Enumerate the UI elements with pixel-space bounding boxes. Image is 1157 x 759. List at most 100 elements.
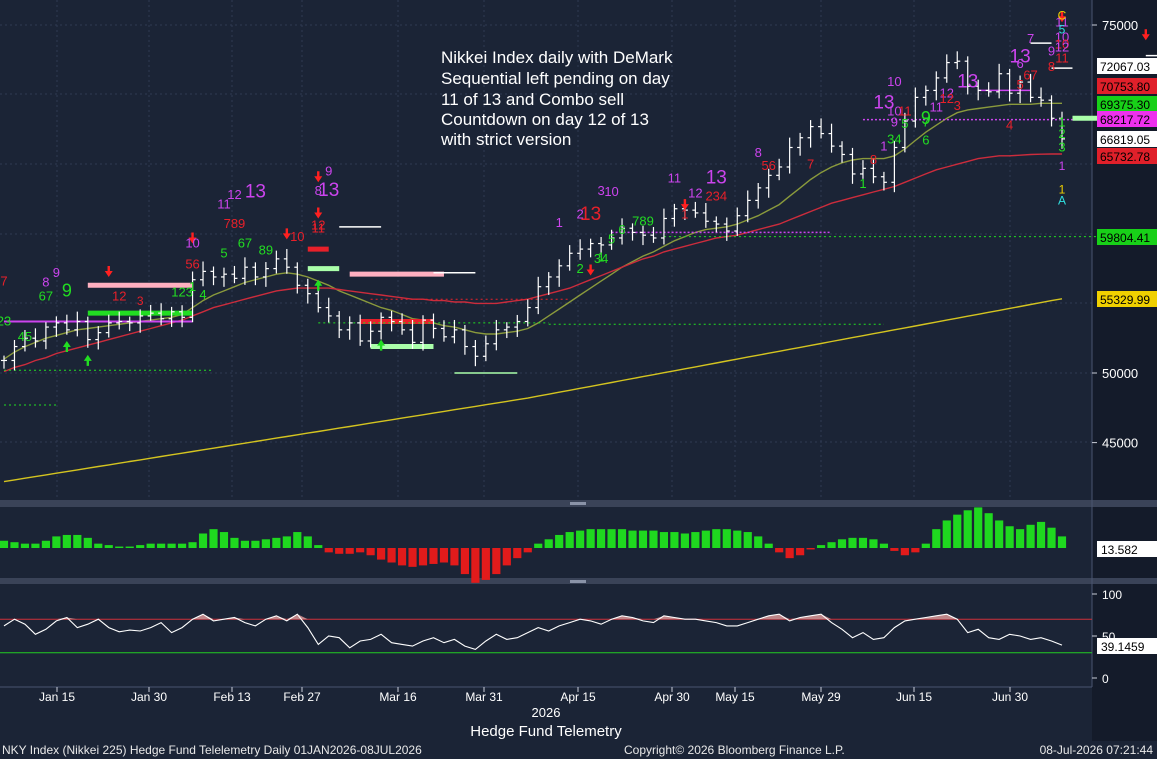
- demark-count: 1: [189, 279, 196, 294]
- demark-count: 4: [1006, 117, 1013, 132]
- momentum-bar: [387, 548, 396, 563]
- momentum-bar: [345, 548, 354, 554]
- momentum-bar: [230, 537, 239, 548]
- momentum-bar: [293, 532, 302, 548]
- momentum-tag-label: 13.582: [1101, 543, 1138, 557]
- x-tick-label: Apr 30: [654, 690, 690, 704]
- demark-count: 12: [112, 289, 126, 304]
- demark-count: 2: [1058, 126, 1065, 141]
- momentum-bar: [534, 543, 543, 548]
- demark-count: 89: [259, 243, 273, 258]
- momentum-bar: [104, 545, 113, 548]
- x-tick-label: Mar 16: [379, 690, 417, 704]
- demark-count: 234: [705, 188, 727, 203]
- price-tag-label: 59804.41: [1100, 231, 1150, 245]
- demark-count: 12: [940, 91, 954, 106]
- momentum-bar: [10, 542, 19, 548]
- momentum-bar: [450, 548, 459, 566]
- x-tick-label: Jun 15: [896, 690, 932, 704]
- momentum-bar: [1026, 524, 1035, 548]
- momentum-bar: [125, 546, 134, 548]
- momentum-bar: [691, 532, 700, 548]
- demark-count: 9: [325, 163, 332, 178]
- demark-count: 7: [1027, 31, 1034, 46]
- momentum-bar: [659, 532, 669, 548]
- annotation-line-4: Countdown on day 12 of 13: [441, 110, 649, 129]
- momentum-bar: [31, 543, 40, 548]
- demark-count: 67: [39, 289, 53, 304]
- momentum-bar: [261, 539, 270, 548]
- momentum-bar: [848, 537, 857, 548]
- y-tick-label: 45000: [1102, 436, 1138, 451]
- demark-count: 3: [137, 294, 144, 308]
- annotation-line-5: with strict version: [440, 130, 571, 149]
- momentum-bar: [555, 534, 564, 548]
- momentum-bar: [177, 543, 187, 548]
- x-tick-label: May 29: [801, 690, 841, 704]
- momentum-bar: [617, 529, 627, 548]
- momentum-bar: [439, 548, 449, 563]
- momentum-bar: [816, 545, 826, 548]
- momentum-bar: [932, 529, 941, 548]
- demark-count: 9: [53, 265, 60, 280]
- annotation-line-3: 11 of 13 and Combo sell: [441, 90, 624, 109]
- price-tag-label: 72067.03: [1100, 60, 1150, 74]
- momentum-bar: [188, 542, 197, 548]
- demark-count: 9: [62, 280, 72, 300]
- demark-count: 56: [185, 257, 199, 272]
- demark-count: 789: [224, 216, 246, 231]
- demark-count: 67: [238, 236, 252, 251]
- momentum-bar: [921, 543, 930, 548]
- momentum-bar: [397, 548, 407, 566]
- momentum-bar: [1005, 526, 1014, 548]
- demark-count: 1: [859, 176, 866, 191]
- momentum-bar: [73, 534, 82, 548]
- momentum-bar: [754, 536, 763, 548]
- momentum-bar: [408, 548, 417, 567]
- momentum-bar: [900, 548, 909, 556]
- momentum-bar: [984, 513, 993, 548]
- demark-count: 1: [681, 206, 688, 221]
- momentum-bar: [628, 530, 637, 548]
- demark-count: 1: [1059, 159, 1066, 173]
- demark-count: 11: [312, 220, 326, 235]
- momentum-bar: [523, 548, 532, 553]
- demark-count: 13: [318, 180, 339, 201]
- demark-count: 2: [577, 261, 584, 276]
- momentum-bar: [879, 543, 889, 548]
- momentum-bar: [890, 548, 899, 551]
- demark-count: 5: [608, 232, 615, 247]
- demark-count: 5: [220, 245, 227, 260]
- demark-count: 67: [1023, 67, 1037, 82]
- momentum-bar: [942, 520, 951, 548]
- momentum-bar: [953, 514, 962, 548]
- momentum-bar: [544, 539, 553, 548]
- momentum-bar: [136, 545, 145, 548]
- demark-count: 10: [604, 184, 618, 199]
- momentum-bar: [167, 543, 176, 548]
- momentum-bar: [157, 543, 166, 548]
- demark-count: 10: [887, 74, 901, 89]
- x-tick-label: Jan 15: [39, 690, 75, 704]
- demark-count: 8: [42, 275, 49, 290]
- demark-count: 23: [0, 314, 11, 329]
- momentum-bar: [0, 540, 9, 548]
- price-tag-label: 69375.30: [1100, 98, 1150, 112]
- momentum-bar: [94, 543, 103, 548]
- price-tag-label: 65732.78: [1100, 150, 1150, 164]
- momentum-bar: [513, 548, 522, 559]
- momentum-bar: [743, 532, 752, 548]
- momentum-bar: [418, 548, 428, 566]
- momentum-bar: [52, 536, 61, 548]
- demark-count: 45: [18, 329, 32, 344]
- demark-count: 7: [807, 156, 814, 171]
- momentum-bar: [62, 534, 71, 548]
- momentum-bar: [670, 532, 679, 548]
- momentum-bar: [827, 542, 836, 548]
- demark-count: 4: [199, 287, 206, 302]
- x-axis-year: 2026: [532, 705, 561, 720]
- demark-count: 8: [870, 152, 877, 167]
- momentum-bar: [722, 529, 731, 548]
- demark-count: 12: [688, 186, 702, 201]
- price-tag-label: 68217.72: [1100, 113, 1150, 127]
